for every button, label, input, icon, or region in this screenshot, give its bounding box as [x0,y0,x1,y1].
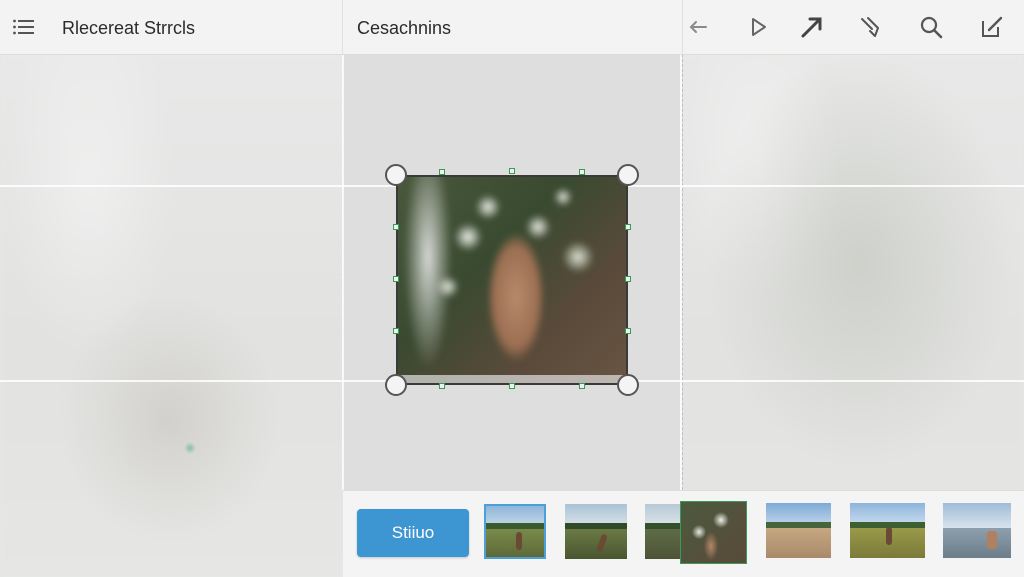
thumb-field [565,528,627,559]
crop-edge-handle[interactable] [579,169,585,175]
thumb-person [886,527,892,545]
crop-edge-handle[interactable] [393,276,399,282]
header-divider-right [682,0,683,54]
play-icon[interactable] [745,14,771,40]
back-arrow-icon[interactable] [685,14,711,40]
list-menu-icon[interactable] [12,18,36,36]
crop-selection[interactable] [396,175,628,385]
cursor-indicator [184,442,196,454]
thumbnail-3[interactable] [645,504,685,559]
crop-handle-top-right[interactable] [617,164,639,186]
cropped-photo [398,177,626,383]
thumb-photo [681,502,746,563]
thumbnail-2[interactable] [565,504,627,559]
crop-handle-bottom-right[interactable] [617,374,639,396]
grid-line-vertical-right [680,54,682,490]
crop-handle-bottom-left[interactable] [385,374,407,396]
diagonal-arrow-icon[interactable] [799,14,825,40]
thumb-water [943,527,1011,558]
crop-handle-top-left[interactable] [385,164,407,186]
crop-edge-handle[interactable] [393,328,399,334]
edit-icon[interactable] [979,14,1005,40]
search-icon[interactable] [918,14,944,40]
grid-line-vertical-left [342,54,344,490]
header-divider-left [342,0,343,54]
crop-edge-handle[interactable] [625,328,631,334]
thumbnail-5[interactable] [766,503,831,558]
thumb-hand [987,531,997,549]
photo-edge-band [398,375,626,383]
thumb-sky [943,503,1011,528]
crop-edge-handle[interactable] [625,224,631,230]
crop-edge-handle[interactable] [509,383,515,389]
thumbnail-7[interactable] [943,503,1011,558]
thumb-field [645,528,685,559]
primary-action-button[interactable]: Stiiuo [357,509,469,557]
crop-edge-handle[interactable] [579,383,585,389]
thumbnail-4-dragging[interactable] [680,501,747,564]
thumb-person [516,532,522,550]
top-toolbar: Rlecereat Strrcls Cesachnins [0,0,1024,55]
left-panel-title: Rlecereat Strrcls [62,18,196,38]
pen-tool-icon[interactable] [858,14,884,40]
thumb-field [486,528,544,557]
thumbnail-6[interactable] [850,503,925,558]
canvas-title: Cesachnins [357,18,452,38]
crop-edge-handle[interactable] [439,383,445,389]
thumbnail-1[interactable] [484,504,546,559]
crop-edge-handle[interactable] [509,168,515,174]
crop-edge-handle[interactable] [393,224,399,230]
thumb-path [766,527,831,558]
crop-edge-handle[interactable] [439,169,445,175]
crop-edge-handle[interactable] [625,276,631,282]
